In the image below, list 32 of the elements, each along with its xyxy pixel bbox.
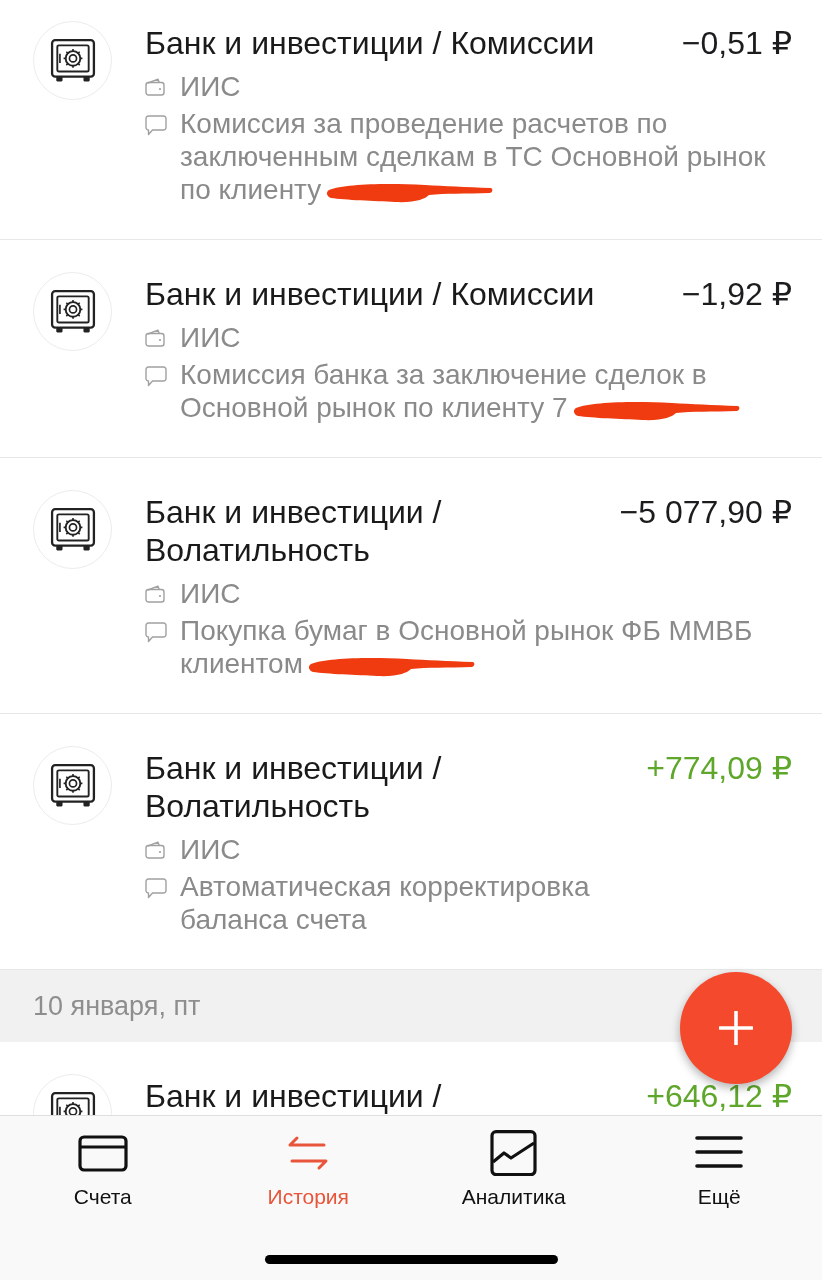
wallet-icon (145, 585, 165, 603)
add-button[interactable] (680, 972, 792, 1084)
wallet-icon (145, 329, 165, 347)
transaction-note: Комиссия за проведение расчетов по заключенным сделкам в ТС Основной рынок по клиенту (180, 108, 766, 205)
account-name: ИИС (180, 70, 241, 103)
transaction-amount: +774,09 ₽ (646, 749, 792, 787)
transaction-amount: −1,92 ₽ (681, 275, 792, 313)
tab-bar-item[interactable]: Аналитика (411, 1116, 617, 1209)
transaction-title: Банк и инвестиции / (145, 1077, 442, 1115)
account-name: ИИС (180, 833, 241, 866)
transaction-title: Банк и инвестиции / Комиссии (145, 275, 595, 313)
tab-bar-item[interactable]: Счета (0, 1116, 206, 1209)
transaction-title: Банк и инвестиции / Волатильность (145, 493, 443, 569)
comment-icon (145, 366, 167, 387)
transaction-title: Банк и инвестиции / Волатильность (145, 749, 443, 825)
tab-bar-item[interactable]: Ещё (616, 1116, 822, 1209)
wallet-icon (145, 841, 165, 859)
transaction-title: Банк и инвестиции / Комиссии (145, 24, 595, 62)
transaction-note: Автоматическая корректировка баланса счета (180, 871, 590, 935)
transaction-note: Покупка бумаг в Основной рынок ФБ ММВБ клиентом (180, 615, 753, 679)
chart-icon (488, 1130, 539, 1176)
plus-icon (719, 1011, 753, 1045)
comment-icon (145, 622, 167, 643)
transaction-amount: −5 077,90 ₽ (619, 493, 792, 531)
comment-icon (145, 115, 167, 136)
comment-icon (145, 878, 167, 899)
account-name: ИИС (180, 321, 241, 354)
transaction-amount: +646,12 ₽ (646, 1077, 792, 1115)
transaction-amount: −0,51 ₽ (681, 24, 792, 62)
wallet-icon (145, 78, 165, 96)
account-name: ИИС (180, 577, 241, 610)
transaction-note: Комиссия банка за заключение сделок в Основной рынок по клиенту 7 (180, 359, 707, 423)
